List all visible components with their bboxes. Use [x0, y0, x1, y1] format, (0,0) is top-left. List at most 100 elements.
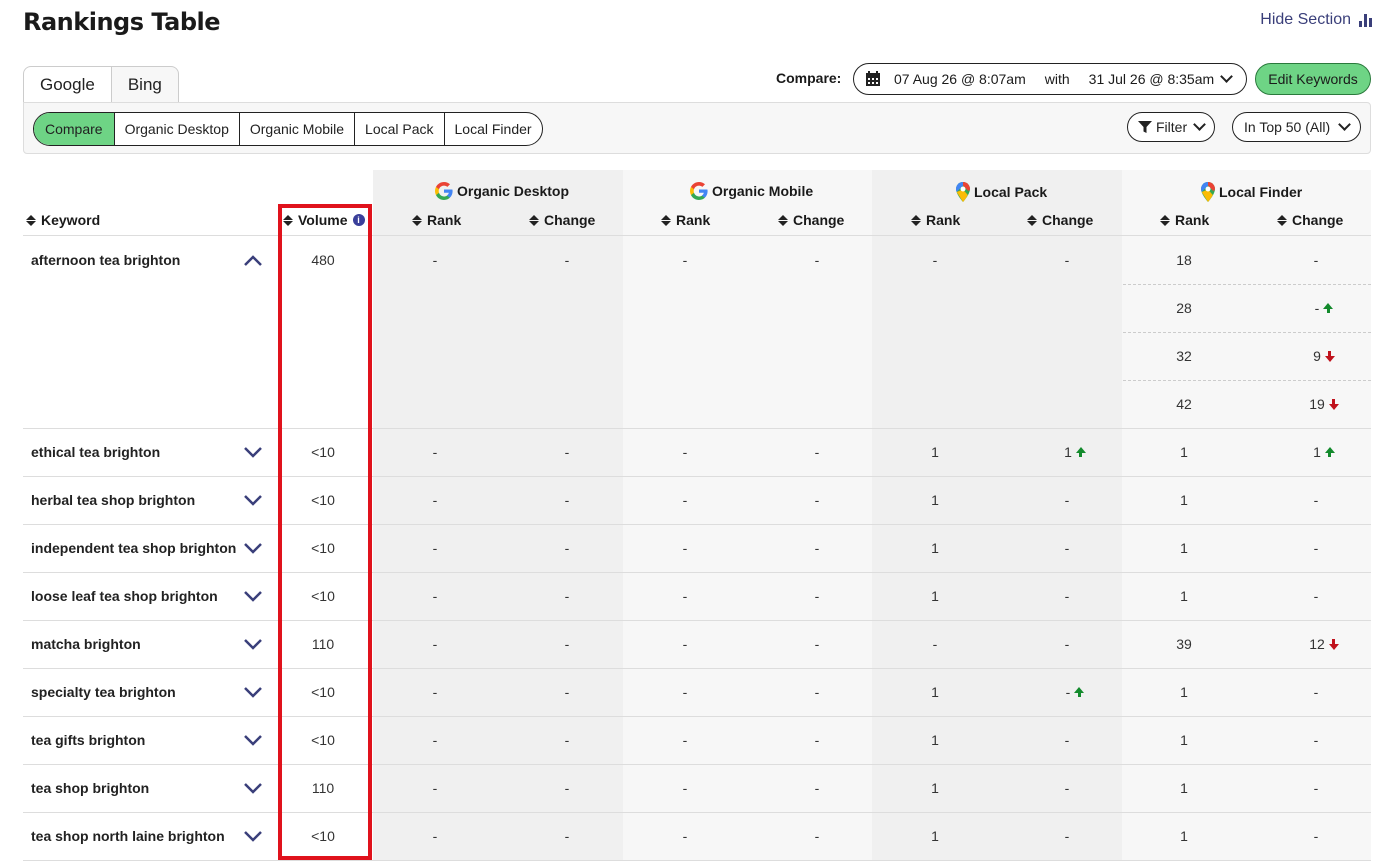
lp-rank-sort-header[interactable]: Rank: [911, 212, 960, 228]
change-header-label: Change: [793, 212, 845, 228]
lp-change: -: [1027, 492, 1107, 508]
lp-rank: 1: [931, 492, 939, 508]
segment-organic-mobile[interactable]: Organic Mobile: [238, 113, 354, 145]
om-change: -: [814, 732, 820, 748]
od-change: -: [564, 828, 570, 844]
bar-chart-icon: [1359, 13, 1372, 27]
date-compare-dropdown[interactable]: 07 Aug 26 @ 8:07am with 31 Jul 26 @ 8:35…: [853, 63, 1247, 95]
lf-rank: 1: [1180, 588, 1188, 604]
group-title: Organic Mobile: [712, 183, 814, 199]
om-change-sort-header[interactable]: Change: [778, 212, 844, 228]
lf-change-sort-header[interactable]: Change: [1277, 212, 1343, 228]
od-rank: -: [432, 684, 438, 700]
om-change: -: [814, 636, 820, 652]
om-rank: -: [682, 780, 688, 796]
keyword-label: tea gifts brighton: [31, 732, 146, 748]
change-value: -: [1313, 492, 1319, 508]
change-value: 1: [1313, 444, 1321, 460]
change-value: -: [1064, 828, 1070, 844]
google-icon: [435, 182, 453, 200]
change-value: -: [1313, 540, 1319, 556]
arrow-down-icon: [1324, 351, 1335, 363]
change-header-label: Change: [1292, 212, 1344, 228]
od-rank: -: [432, 588, 438, 604]
od-rank-sort-header[interactable]: Rank: [412, 212, 461, 228]
segment-compare[interactable]: Compare: [34, 113, 114, 145]
change-value: -: [1064, 588, 1070, 604]
om-rank: -: [682, 636, 688, 652]
chevron-down-icon: [1220, 70, 1234, 83]
top-filter-dropdown[interactable]: In Top 50 (All): [1232, 112, 1362, 142]
lf-change: 9: [1284, 348, 1364, 364]
tab-bing[interactable]: Bing: [111, 66, 179, 103]
od-rank: -: [432, 444, 438, 460]
om-change: -: [814, 444, 820, 460]
keyword-sort-header[interactable]: Keyword: [26, 212, 100, 228]
om-rank-sort-header[interactable]: Rank: [661, 212, 710, 228]
sort-icon: [529, 214, 539, 226]
lf-rank: 1: [1180, 540, 1188, 556]
od-rank: -: [432, 780, 438, 796]
filter-dropdown[interactable]: Filter: [1127, 112, 1216, 142]
chevron-down-icon[interactable]: [243, 685, 263, 699]
segment-local-pack[interactable]: Local Pack: [354, 113, 443, 145]
lp-rank: 1: [931, 540, 939, 556]
sub-row-divider: [1123, 332, 1371, 333]
rank-header-label: Rank: [926, 212, 961, 228]
change-header-label: Change: [544, 212, 596, 228]
rank-header-label: Rank: [1175, 212, 1210, 228]
od-change: -: [564, 252, 570, 268]
chevron-down-icon: [1338, 118, 1351, 131]
om-change: -: [814, 492, 820, 508]
organic-desktop-column-bg: [373, 170, 623, 860]
arrow-down-icon: [1328, 639, 1339, 651]
om-rank: -: [682, 828, 688, 844]
chevron-down-icon[interactable]: [243, 637, 263, 651]
chevron-down-icon[interactable]: [243, 493, 263, 507]
chevron-down-icon[interactable]: [243, 829, 263, 843]
lf-change: -: [1276, 732, 1356, 748]
lp-rank: 1: [931, 444, 939, 460]
od-change-sort-header[interactable]: Change: [529, 212, 595, 228]
chevron-down-icon[interactable]: [243, 541, 263, 555]
chevron-down-icon[interactable]: [243, 781, 263, 795]
change-value: 19: [1309, 396, 1325, 412]
od-rank: -: [432, 636, 438, 652]
lp-change-sort-header[interactable]: Change: [1027, 212, 1093, 228]
change-value: -: [1314, 300, 1320, 316]
hide-section-link[interactable]: Hide Section: [1260, 11, 1372, 29]
keyword-label: herbal tea shop brighton: [31, 492, 196, 508]
arrow-down-icon: [1328, 399, 1339, 411]
om-change: -: [814, 780, 820, 796]
chevron-down-icon[interactable]: [243, 733, 263, 747]
lp-change: -: [1035, 684, 1115, 700]
od-change: -: [564, 780, 570, 796]
om-rank: -: [682, 444, 688, 460]
sort-icon: [1027, 214, 1037, 226]
lf-rank: 1: [1180, 828, 1188, 844]
tab-google[interactable]: Google: [23, 66, 112, 103]
lf-rank-sort-header[interactable]: Rank: [1160, 212, 1209, 228]
compare-with: with: [1044, 71, 1070, 87]
segment-local-finder[interactable]: Local Finder: [443, 113, 542, 145]
chevron-down-icon[interactable]: [243, 589, 263, 603]
chevron-up-icon[interactable]: [243, 253, 263, 267]
chevron-down-icon[interactable]: [243, 445, 263, 459]
header-divider: [23, 235, 1371, 236]
sub-row-divider: [1123, 284, 1371, 285]
lf-rank: 32: [1176, 348, 1192, 364]
lf-rank: 42: [1176, 396, 1192, 412]
rank-header-label: Rank: [427, 212, 462, 228]
group-header-organic-mobile: Organic Mobile: [690, 182, 813, 200]
om-change: -: [814, 540, 820, 556]
edit-keywords-button[interactable]: Edit Keywords: [1255, 63, 1371, 95]
om-rank: -: [682, 492, 688, 508]
lp-rank: -: [932, 252, 938, 268]
od-rank: -: [432, 732, 438, 748]
maps-pin-icon: [956, 182, 970, 202]
segment-organic-desktop[interactable]: Organic Desktop: [113, 113, 239, 145]
keyword-header-label: Keyword: [41, 212, 101, 228]
om-rank: -: [682, 540, 688, 556]
lf-rank: 1: [1180, 492, 1188, 508]
filter-label: Filter: [1156, 119, 1188, 135]
